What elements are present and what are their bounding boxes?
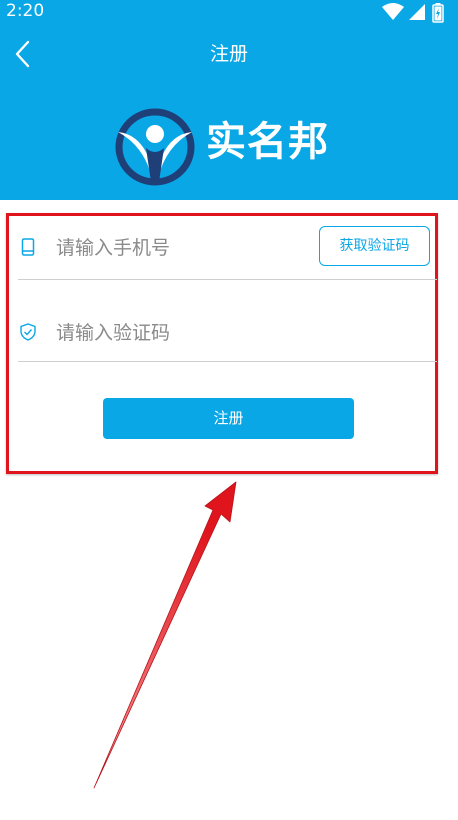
code-input[interactable]	[56, 319, 416, 347]
status-time: 2:20	[6, 1, 45, 21]
signal-icon	[409, 4, 425, 20]
phone-input[interactable]	[56, 234, 306, 262]
phone-icon	[21, 238, 35, 256]
wifi-icon	[382, 3, 404, 20]
logo-text: 实名邦	[206, 118, 329, 165]
register-button[interactable]: 注册	[103, 398, 354, 439]
divider	[18, 279, 437, 280]
logo-icon	[115, 108, 195, 186]
status-bar: 2:20	[0, 0, 458, 26]
page-title: 注册	[209, 43, 248, 65]
divider	[18, 361, 437, 362]
battery-icon	[432, 3, 444, 23]
header-bar	[0, 0, 458, 200]
get-code-button[interactable]: 获取验证码	[319, 226, 430, 266]
shield-icon	[20, 323, 36, 341]
